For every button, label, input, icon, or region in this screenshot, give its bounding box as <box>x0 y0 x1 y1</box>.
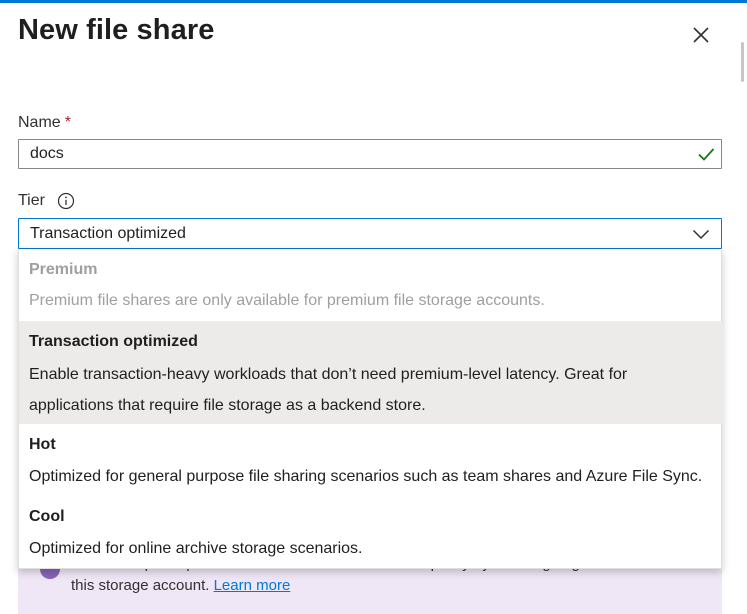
chevron-down-icon <box>692 227 710 245</box>
close-button[interactable] <box>684 18 718 52</box>
tier-label-row: Tier <box>18 192 75 210</box>
required-marker: * <box>64 114 71 131</box>
tier-dropdown-value: Transaction optimized <box>30 225 186 242</box>
tier-option-description-line2: applications that require file storage a… <box>29 397 426 414</box>
name-input[interactable]: docs <box>18 139 722 169</box>
panel-title: New file share <box>18 14 215 46</box>
top-accent-bar <box>0 0 747 3</box>
tier-option-premium: Premium Premium file shares are only ava… <box>19 249 723 321</box>
tier-dropdown-list: Premium Premium file shares are only ava… <box>18 249 723 569</box>
name-label: Name * <box>18 114 71 132</box>
checkmark-icon <box>697 146 715 167</box>
learn-more-link[interactable]: Learn more <box>214 577 291 594</box>
tier-option-name: Cool <box>29 508 65 525</box>
tier-option-description: Optimized for online archive storage sce… <box>29 540 363 557</box>
name-label-text: Name <box>18 114 61 131</box>
tier-option-name: Transaction optimized <box>29 333 198 350</box>
scrollbar-thumb[interactable] <box>741 42 744 82</box>
info-icon[interactable] <box>57 192 75 210</box>
tier-option-name: Premium <box>29 261 98 278</box>
banner-text-line2: this storage account. <box>71 577 210 594</box>
tier-option-description: Optimized for general purpose file shari… <box>29 468 703 485</box>
tier-dropdown[interactable]: Transaction optimized <box>18 218 722 249</box>
tier-option-cool[interactable]: Cool Optimized for online archive storag… <box>19 494 723 569</box>
tier-option-name: Hot <box>29 436 56 453</box>
tier-label: Tier <box>18 192 45 209</box>
tier-option-description: Enable transaction-heavy workloads that … <box>29 359 719 421</box>
tier-option-description-line1: Enable transaction-heavy workloads that … <box>29 366 628 383</box>
tier-option-hot[interactable]: Hot Optimized for general purpose file s… <box>19 424 723 494</box>
name-input-value: docs <box>30 145 64 162</box>
tier-option-transaction-optimized[interactable]: Transaction optimized Enable transaction… <box>19 321 723 424</box>
tier-option-description: Premium file shares are only available f… <box>29 292 545 309</box>
close-icon <box>693 27 709 43</box>
